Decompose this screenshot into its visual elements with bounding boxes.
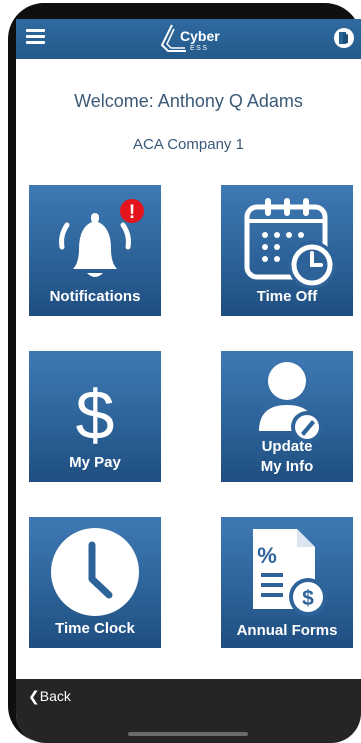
home-indicator[interactable]: [128, 732, 248, 736]
time-clock-label: Time Clock: [55, 620, 135, 637]
logo-text: Cyber: [180, 28, 220, 44]
time-off-label: Time Off: [256, 288, 318, 305]
my-pay-label: My Pay: [69, 454, 121, 471]
device-frame: Cyber ESS Welcome: Anthony Q Adams ACA C…: [0, 0, 361, 743]
time-clock-tile[interactable]: Time Clock: [29, 517, 161, 648]
my-info-label: My Info: [260, 458, 314, 475]
chevron-left-icon: ❮: [28, 688, 40, 704]
svg-text:$: $: [76, 376, 115, 454]
time-off-tile[interactable]: Time Off: [221, 185, 353, 316]
annual-forms-tile[interactable]: % $ Annual Forms: [221, 517, 353, 648]
logout-door-icon[interactable]: [333, 27, 355, 49]
back-button[interactable]: ❮Back: [28, 688, 71, 705]
update-my-info-tile[interactable]: Update My Info: [221, 351, 353, 482]
badge-text: !: [129, 202, 135, 223]
svg-text:$: $: [302, 587, 314, 610]
svg-text:%: %: [257, 543, 277, 568]
my-pay-tile[interactable]: $ My Pay: [29, 351, 161, 482]
update-label: Update: [261, 438, 313, 455]
company-name: ACA Company 1: [133, 136, 244, 153]
cyber-ess-logo: Cyber ESS: [158, 23, 228, 55]
logo-subtext: ESS: [190, 45, 209, 52]
app-footer: ❮Back: [16, 679, 361, 743]
annual-forms-label: Annual Forms: [236, 622, 338, 639]
app-header: Cyber ESS: [16, 19, 361, 59]
notifications-tile[interactable]: ! Notifications: [29, 185, 161, 316]
hamburger-menu-icon[interactable]: [26, 27, 48, 49]
welcome-message: Welcome: Anthony Q Adams: [74, 91, 303, 111]
back-label: Back: [39, 688, 71, 704]
notifications-label: Notifications: [49, 288, 141, 305]
app-screen: Cyber ESS Welcome: Anthony Q Adams ACA C…: [16, 19, 361, 743]
